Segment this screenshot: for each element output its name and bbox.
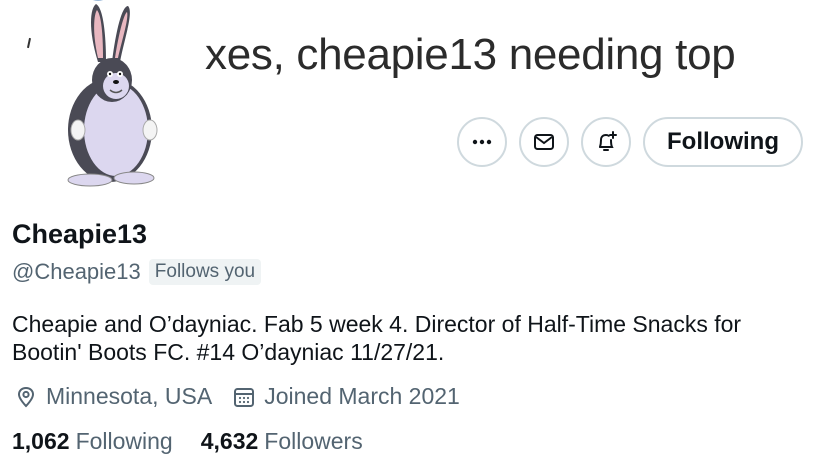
following-label: Following xyxy=(75,428,173,454)
following-stat[interactable]: 1,062 Following xyxy=(12,428,173,455)
location-text: Minnesota, USA xyxy=(46,383,213,409)
bio: Cheapie and O’dayniac. Fab 5 week 4. Dir… xyxy=(12,311,742,365)
location-pin-icon xyxy=(17,386,35,407)
handle: @Cheapie13 xyxy=(12,259,141,284)
calendar-icon xyxy=(234,387,255,407)
envelope-icon xyxy=(534,134,555,150)
followers-label: Followers xyxy=(264,428,363,454)
notify-button[interactable] xyxy=(581,117,632,167)
followers-count: 4,632 xyxy=(200,428,259,454)
following-button[interactable]: Following xyxy=(643,117,803,167)
followers-stat[interactable]: 4,632 Followers xyxy=(201,428,363,455)
profile-meta: Minnesota, USA Joined March 2021 xyxy=(14,383,480,410)
location: Minnesota, USA xyxy=(14,383,212,410)
display-name: Cheapie13 xyxy=(12,219,148,249)
following-count: 1,062 xyxy=(12,428,70,454)
handle-row: @Cheapie13 Follows you xyxy=(12,259,262,285)
message-button[interactable] xyxy=(519,117,570,167)
profile-actions: Following xyxy=(457,117,803,167)
banner-text: xes, cheapie13 needing top xyxy=(205,30,736,79)
follow-stats: 1,062 Following 4,632 Followers xyxy=(12,428,391,455)
banner-mark xyxy=(26,37,32,49)
avatar[interactable] xyxy=(58,0,166,192)
more-icon xyxy=(472,139,492,145)
follows-you-badge: Follows you xyxy=(148,259,262,285)
joined-text: Joined March 2021 xyxy=(264,383,460,409)
bell-plus-icon xyxy=(599,131,618,151)
more-button[interactable] xyxy=(457,117,508,167)
joined-date: Joined March 2021 xyxy=(232,383,460,410)
